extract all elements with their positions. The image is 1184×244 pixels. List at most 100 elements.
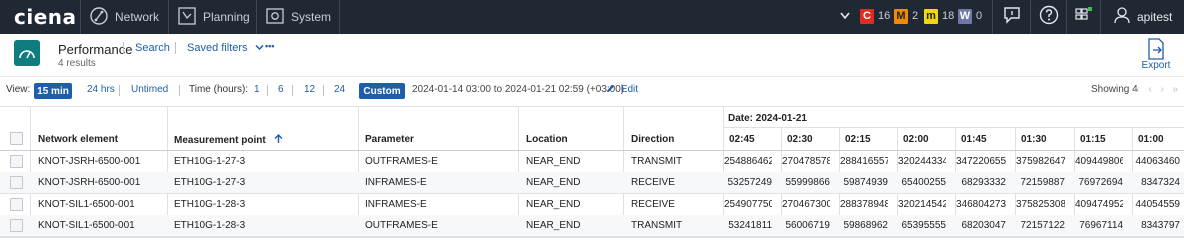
system-icon [265,6,291,29]
comment-button[interactable] [992,0,1030,34]
chevron-down-icon [255,42,264,54]
cell-metric-value: 8347324 [1141,177,1180,188]
alarm-minor[interactable]: m 18 [924,8,954,24]
cell-metric-value: 59868962 [843,220,889,231]
cell-metric-value: 254886462 [724,156,772,167]
alarm-minor-count: 18 [942,10,955,22]
custom-range-button[interactable]: Custom [359,83,405,99]
cell-metric-value: 72157122 [1020,220,1066,231]
column-header-measurement-point-label: Measurement point [174,135,266,146]
cell-metric-value: 56006719 [785,220,831,231]
saved-filters-label: Saved filters [187,42,248,54]
alarm-major[interactable]: M 2 [894,8,918,24]
cell-network-element: KNOT-SIL1-6500-001 [38,199,135,210]
nav-planning[interactable]: Planning [168,0,256,34]
cell-metric-value: 375982647 [1016,156,1065,167]
select-all-checkbox[interactable] [10,132,23,145]
nav-network[interactable]: Network [80,0,168,34]
cell-measurement-point: ETH10G-1-28-3 [174,220,246,231]
ciena-logo[interactable]: ciena [14,5,77,29]
row-checkbox[interactable] [10,219,23,232]
column-header-location[interactable]: Location [526,134,568,145]
alarm-critical[interactable]: C 16 [860,8,890,24]
cell-metric-value: 409449806 [1075,156,1123,167]
cell-parameter: INFRAMES-E [365,177,427,188]
export-icon [1140,38,1172,60]
cell-metric-value: 8343797 [1141,220,1180,231]
column-header-time-0200[interactable]: 02:00 [903,134,929,145]
help-button[interactable] [1030,0,1066,34]
cell-parameter: OUTFRAMES-E [365,156,438,167]
date-header-divider [723,127,1184,128]
saved-filters-dropdown[interactable]: Saved filters [187,42,264,54]
edit-range-label: Edit [620,84,639,95]
apps-button[interactable] [1066,0,1100,34]
cell-location: NEAR_END [526,220,581,231]
date-range-text: 2024-01-14 03:00 to 2024-01-21 02:59 (+0… [412,84,625,95]
planning-icon [177,6,203,29]
sort-ascending-icon [274,134,283,147]
hours-6-button[interactable]: 6 [278,84,284,95]
cell-metric-value: 76967114 [1079,220,1123,231]
column-header-time-0130[interactable]: 01:30 [1021,134,1047,145]
cell-metric-value: 55999866 [785,177,831,188]
header-divider [123,42,124,54]
nav-system-label: System [291,10,332,24]
row-checkbox[interactable] [10,198,23,211]
column-header-time-0230[interactable]: 02:30 [787,134,813,145]
cell-direction: RECEIVE [631,177,675,188]
column-header-direction[interactable]: Direction [631,134,674,145]
apps-icon [1074,5,1094,30]
cell-metric-value: 320244334 [898,156,946,167]
column-header-time-0115[interactable]: 01:15 [1080,134,1106,145]
alarm-dropdown-icon[interactable] [840,9,850,28]
cell-metric-value: 53241811 [728,220,772,231]
more-options-button[interactable]: ••• [265,41,274,51]
hours-12-button[interactable]: 12 [304,84,315,95]
edit-range-button[interactable]: Edit [606,84,638,96]
time-hours-label: Time (hours): [189,84,249,95]
cell-metric-value: 53257249 [727,177,773,188]
header-divider [175,42,176,54]
row-checkbox[interactable] [10,155,23,168]
view-24hrs-button[interactable]: 24 hrs [87,84,115,95]
column-header-time-0100[interactable]: 01:00 [1138,134,1164,145]
cell-direction: RECEIVE [631,199,675,210]
column-header-network-element[interactable]: Network element [38,134,118,145]
view-untimed-button[interactable]: Untimed [131,84,168,95]
nav-system[interactable]: System [256,0,340,34]
alarm-warning-count: 0 [976,10,983,22]
hours-divider [323,85,324,96]
column-header-time-0145[interactable]: 01:45 [961,134,987,145]
search-link[interactable]: Search [135,42,170,54]
hours-1-button[interactable]: 1 [254,84,260,95]
column-header-time-0215[interactable]: 02:15 [845,134,871,145]
nav-planning-label: Planning [203,10,250,24]
cell-measurement-point: ETH10G-1-28-3 [174,199,246,210]
row-checkbox[interactable] [10,176,23,189]
cell-metric-value: 254907750 [724,199,772,210]
pencil-icon [606,84,615,96]
cell-metric-value: 72159887 [1020,177,1066,188]
pagination-controls[interactable]: « ‹ › » [1134,84,1181,95]
export-button[interactable]: Export [1140,38,1172,71]
nav-network-label: Network [115,10,160,24]
alarm-major-count: 2 [912,10,919,22]
cell-metric-value: 270467300 [782,199,830,210]
cell-metric-value: 346804273 [956,199,1006,210]
cell-metric-value: 68203047 [961,220,1007,231]
hours-24-button[interactable]: 24 [334,84,345,95]
user-icon [1113,6,1131,29]
view-15min-button[interactable]: 15 min [34,83,72,99]
cell-measurement-point: ETH10G-1-27-3 [174,156,246,167]
comment-icon [1002,5,1022,30]
cell-metric-value: 375825308 [1016,199,1065,210]
column-header-measurement-point[interactable]: Measurement point [174,134,283,147]
column-header-time-0245[interactable]: 02:45 [729,134,755,145]
alarm-warning[interactable]: W 0 [958,8,982,24]
user-menu[interactable]: apitest [1100,0,1184,34]
divider [0,76,1184,77]
column-header-parameter[interactable]: Parameter [365,134,414,145]
cell-metric-value: 409474952 [1075,199,1123,210]
view-divider [119,85,120,96]
